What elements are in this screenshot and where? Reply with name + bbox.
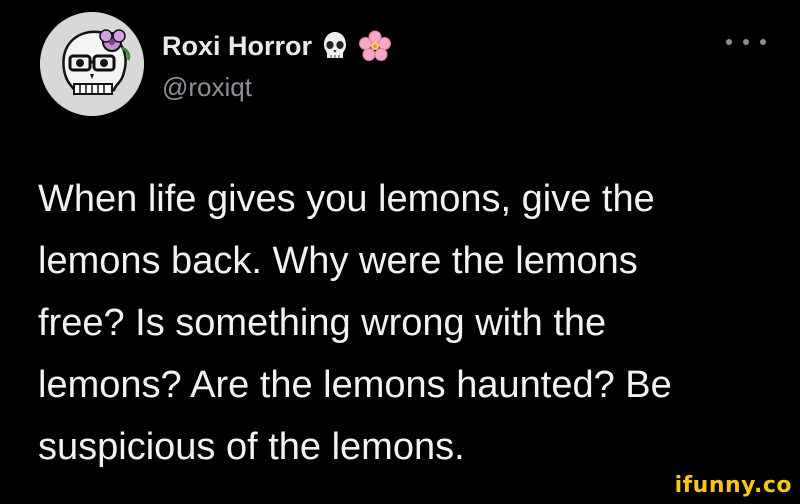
cherry-blossom-emoji-icon [358, 29, 392, 63]
user-handle[interactable]: @roxiqt [162, 72, 252, 103]
tweet-card: Roxi Horror @roxiqt When life gives you … [0, 0, 800, 504]
skull-emoji-icon [318, 29, 352, 63]
dot [726, 39, 732, 45]
tweet-text: When life gives you lemons, give the lem… [38, 178, 672, 468]
ifunny-watermark: ifunny.co [674, 473, 792, 498]
more-options-icon[interactable] [726, 32, 766, 52]
dot [760, 39, 766, 45]
display-name[interactable]: Roxi Horror [162, 31, 312, 62]
dot [743, 39, 749, 45]
name-row: Roxi Horror [162, 28, 392, 64]
skull-avatar-image [40, 12, 144, 116]
avatar[interactable] [40, 12, 144, 116]
